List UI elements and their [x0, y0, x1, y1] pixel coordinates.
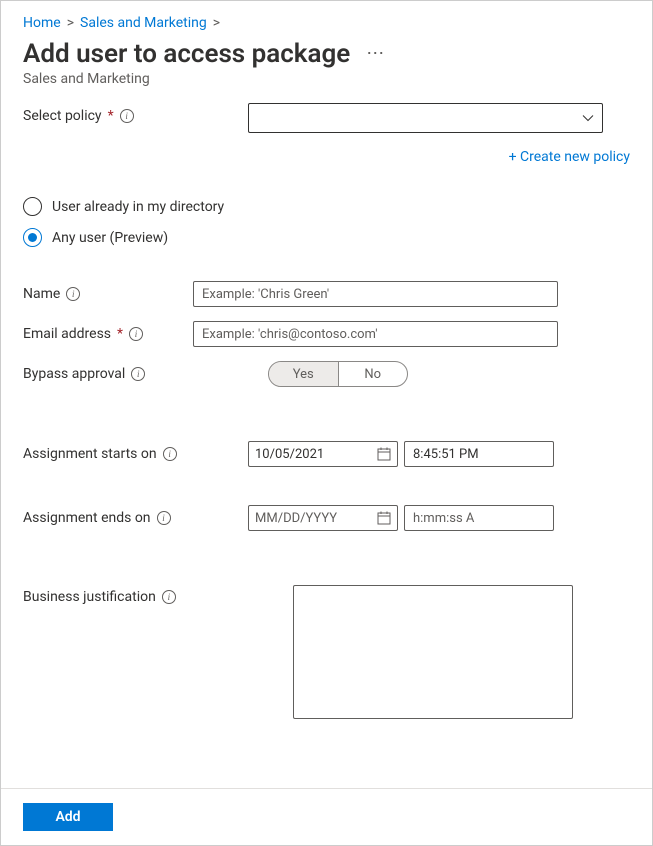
radio-icon-checked	[23, 228, 42, 247]
email-input[interactable]	[193, 321, 558, 347]
radio-label: Any user (Preview)	[52, 230, 168, 246]
footer-bar: Add	[1, 788, 652, 845]
page-title: Add user to access package	[23, 39, 350, 69]
info-icon[interactable]: i	[163, 447, 177, 461]
end-time-input[interactable]: h:mm:ss A	[404, 505, 554, 531]
start-date-input[interactable]: 10/05/2021	[248, 441, 398, 467]
bypass-no-option[interactable]: No	[339, 362, 408, 386]
info-icon[interactable]: i	[66, 287, 80, 301]
end-time-placeholder: h:mm:ss A	[413, 511, 474, 526]
calendar-icon	[377, 511, 391, 525]
chevron-down-icon	[582, 112, 594, 124]
assignment-starts-label: Assignment starts on	[23, 446, 157, 462]
end-date-placeholder: MM/DD/YYYY	[255, 511, 371, 526]
info-icon[interactable]: i	[162, 590, 176, 604]
bypass-yes-option[interactable]: Yes	[269, 362, 339, 386]
start-time-input[interactable]: 8:45:51 PM	[404, 441, 554, 467]
select-policy-dropdown[interactable]	[248, 103, 603, 133]
breadcrumb-sep-2: >	[213, 15, 220, 31]
justification-textarea[interactable]	[293, 585, 573, 719]
more-actions-button[interactable]: ⋯	[362, 45, 388, 63]
add-button[interactable]: Add	[23, 803, 113, 831]
bypass-approval-toggle[interactable]: Yes No	[268, 361, 408, 387]
radio-user-in-directory[interactable]: User already in my directory	[23, 197, 630, 216]
radio-any-user[interactable]: Any user (Preview)	[23, 228, 630, 247]
start-time-value: 8:45:51 PM	[413, 447, 479, 462]
info-icon[interactable]: i	[129, 327, 143, 341]
start-date-value: 10/05/2021	[255, 447, 371, 462]
radio-icon	[23, 197, 42, 216]
create-new-policy-link[interactable]: + Create new policy	[509, 149, 630, 165]
info-icon[interactable]: i	[131, 367, 145, 381]
radio-label: User already in my directory	[52, 199, 224, 215]
page-subtitle: Sales and Marketing	[23, 71, 630, 87]
bypass-approval-label: Bypass approval	[23, 366, 125, 382]
user-type-radio-group: User already in my directory Any user (P…	[23, 197, 630, 247]
required-asterisk: *	[108, 108, 114, 124]
select-policy-label: Select policy	[23, 108, 102, 124]
breadcrumb-sep-1: >	[67, 15, 74, 31]
required-asterisk: *	[117, 326, 123, 342]
assignment-ends-label: Assignment ends on	[23, 510, 151, 526]
email-label: Email address	[23, 326, 111, 342]
breadcrumb-home[interactable]: Home	[23, 15, 61, 31]
name-input[interactable]	[193, 281, 558, 307]
breadcrumb: Home > Sales and Marketing >	[23, 15, 630, 31]
breadcrumb-sales-marketing[interactable]: Sales and Marketing	[80, 15, 207, 31]
name-label: Name	[23, 286, 60, 302]
calendar-icon	[377, 447, 391, 461]
justification-label: Business justification	[23, 589, 156, 605]
info-icon[interactable]: i	[157, 511, 171, 525]
end-date-input[interactable]: MM/DD/YYYY	[248, 505, 398, 531]
info-icon[interactable]: i	[120, 109, 134, 123]
